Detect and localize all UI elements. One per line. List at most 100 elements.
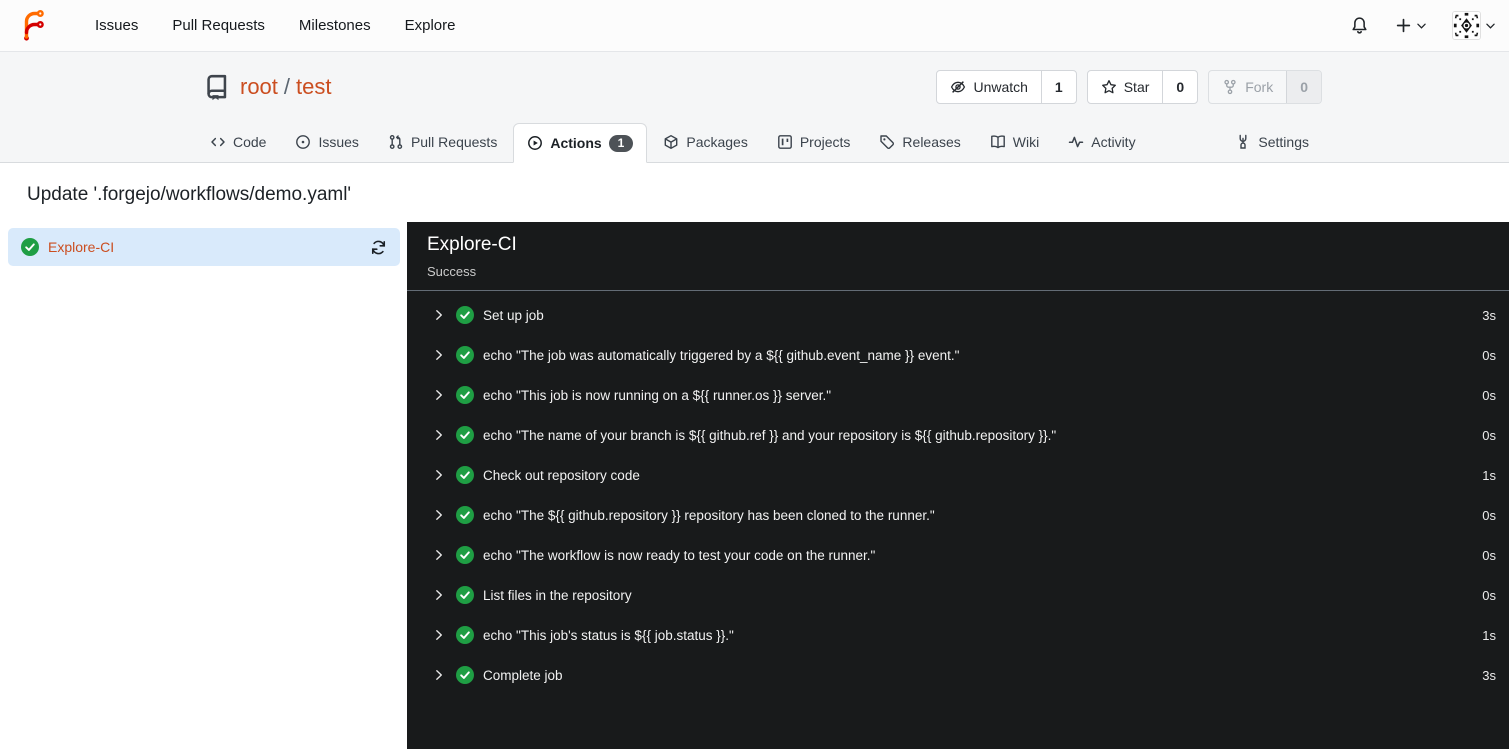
- fork-count[interactable]: 0: [1286, 71, 1321, 103]
- page-title-bar: Update '.forgejo/workflows/demo.yaml': [0, 163, 1509, 222]
- step-duration: 0s: [1482, 427, 1496, 443]
- unwatch-button[interactable]: Unwatch 1: [936, 70, 1077, 104]
- step-name: List files in the repository: [483, 587, 632, 603]
- step-name: echo "This job's status is ${{ job.statu…: [483, 627, 734, 643]
- step-name: echo "The workflow is now ready to test …: [483, 547, 876, 563]
- star-count[interactable]: 0: [1162, 71, 1197, 103]
- chevron-right-icon: [436, 670, 442, 680]
- tab-releases[interactable]: Releases: [866, 122, 973, 162]
- step-success-icon: [456, 346, 474, 364]
- chevron-right-icon: [436, 550, 442, 560]
- chevron-down-icon: [1486, 23, 1495, 29]
- run-panel: Explore-CI Success Set up job 3s echo "T…: [407, 222, 1509, 749]
- chevron-right-icon: [436, 350, 442, 360]
- nav-link-milestones[interactable]: Milestones: [282, 9, 388, 42]
- fork-button[interactable]: Fork 0: [1208, 70, 1322, 104]
- tag-icon: [880, 135, 895, 150]
- step-name: Complete job: [483, 667, 563, 683]
- step-duration: 3s: [1482, 667, 1496, 683]
- tab-settings[interactable]: Settings: [1222, 122, 1322, 162]
- repo-separator: /: [283, 74, 291, 99]
- star-button[interactable]: Star 0: [1086, 70, 1199, 104]
- tab-activity[interactable]: Activity: [1055, 122, 1148, 162]
- user-menu[interactable]: [1452, 11, 1495, 40]
- tools-icon: [1239, 134, 1247, 149]
- nav-link-issues[interactable]: Issues: [78, 9, 155, 42]
- step-success-icon: [456, 626, 474, 644]
- repo-header: root / test Unwatch 1 Star 0 Fork 0 Code…: [0, 52, 1509, 163]
- step-name: echo "The ${{ github.repository }} repos…: [483, 507, 935, 523]
- actions-count-badge: 1: [608, 134, 634, 152]
- workflow-step-row[interactable]: echo "This job's status is ${{ job.statu…: [407, 615, 1509, 655]
- tab-wiki[interactable]: Wiki: [977, 122, 1052, 162]
- chevron-right-icon: [436, 630, 442, 640]
- project-board-icon: [777, 135, 792, 149]
- workflow-step-row[interactable]: Set up job 3s: [407, 295, 1509, 335]
- repo-name-link[interactable]: test: [296, 74, 331, 100]
- step-name: Check out repository code: [483, 467, 640, 483]
- step-success-icon: [456, 546, 474, 564]
- tab-projects[interactable]: Projects: [764, 122, 864, 162]
- tab-issues[interactable]: Issues: [282, 122, 371, 162]
- step-duration: 1s: [1482, 627, 1496, 643]
- pulse-icon: [1068, 136, 1084, 148]
- step-success-icon: [456, 306, 474, 324]
- step-name: Set up job: [483, 307, 544, 323]
- tab-code[interactable]: Code: [197, 122, 279, 162]
- step-name: echo "The job was automatically triggere…: [483, 347, 960, 363]
- chevron-right-icon: [436, 310, 442, 320]
- chevron-right-icon: [436, 430, 442, 440]
- forgejo-logo-icon[interactable]: [18, 9, 50, 42]
- step-duration: 3s: [1482, 307, 1496, 323]
- plus-icon: [1396, 18, 1411, 33]
- chevron-right-icon: [436, 510, 442, 520]
- book-open-icon: [990, 135, 1005, 149]
- step-name: echo "This job is now running on a ${{ r…: [483, 387, 832, 403]
- repo-book-icon: [207, 74, 227, 100]
- job-success-icon: [21, 238, 39, 256]
- workflow-step-row[interactable]: Check out repository code 1s: [407, 455, 1509, 495]
- repo-breadcrumb: root / test: [240, 74, 332, 100]
- chevron-right-icon: [436, 470, 442, 480]
- step-success-icon: [456, 666, 474, 684]
- chevron-down-icon: [1417, 23, 1426, 29]
- nav-link-pull-requests[interactable]: Pull Requests: [155, 9, 282, 42]
- tab-pull-requests[interactable]: Pull Requests: [375, 122, 510, 162]
- workflow-step-row[interactable]: echo "The job was automatically triggere…: [407, 335, 1509, 375]
- step-success-icon: [456, 386, 474, 404]
- chevron-right-icon: [436, 390, 442, 400]
- repo-owner-link[interactable]: root: [240, 74, 278, 100]
- workflow-step-row[interactable]: echo "The name of your branch is ${{ git…: [407, 415, 1509, 455]
- chevron-right-icon: [436, 590, 442, 600]
- workflow-step-row[interactable]: echo "This job is now running on a ${{ r…: [407, 375, 1509, 415]
- run-title: Explore-CI: [427, 234, 517, 255]
- nav-link-explore[interactable]: Explore: [388, 9, 473, 42]
- workflow-step-row[interactable]: Complete job 3s: [407, 655, 1509, 695]
- git-fork-icon: [1224, 79, 1236, 95]
- workflow-step-row[interactable]: List files in the repository 0s: [407, 575, 1509, 615]
- refresh-icon[interactable]: [370, 239, 387, 256]
- step-success-icon: [456, 466, 474, 484]
- workflow-run-title: Update '.forgejo/workflows/demo.yaml': [27, 183, 352, 205]
- jobs-sidebar: Explore-CI: [0, 222, 407, 749]
- workflow-step-row[interactable]: echo "The workflow is now ready to test …: [407, 535, 1509, 575]
- repo-tabs: Code Issues Pull Requests Actions 1 Pack…: [0, 122, 1509, 163]
- notifications-bell-icon[interactable]: [1350, 16, 1369, 35]
- job-item-explore-ci[interactable]: Explore-CI: [8, 228, 400, 266]
- eye-slash-icon: [951, 81, 966, 93]
- watch-count[interactable]: 1: [1040, 71, 1076, 103]
- create-new-menu[interactable]: [1395, 17, 1426, 34]
- star-icon: [1101, 80, 1116, 94]
- tab-packages[interactable]: Packages: [650, 122, 760, 162]
- step-duration: 0s: [1482, 507, 1496, 523]
- repo-actions: Unwatch 1 Star 0 Fork 0: [936, 70, 1322, 104]
- run-header: Explore-CI Success: [407, 222, 1509, 291]
- tab-actions[interactable]: Actions 1: [513, 123, 648, 163]
- play-circle-icon: [528, 136, 543, 150]
- workflow-step-row[interactable]: echo "The ${{ github.repository }} repos…: [407, 495, 1509, 535]
- step-name: echo "The name of your branch is ${{ git…: [483, 427, 1057, 443]
- avatar-identicon: [1452, 11, 1481, 40]
- job-name: Explore-CI: [48, 239, 115, 255]
- step-duration: 0s: [1482, 347, 1496, 363]
- step-duration: 0s: [1482, 587, 1496, 603]
